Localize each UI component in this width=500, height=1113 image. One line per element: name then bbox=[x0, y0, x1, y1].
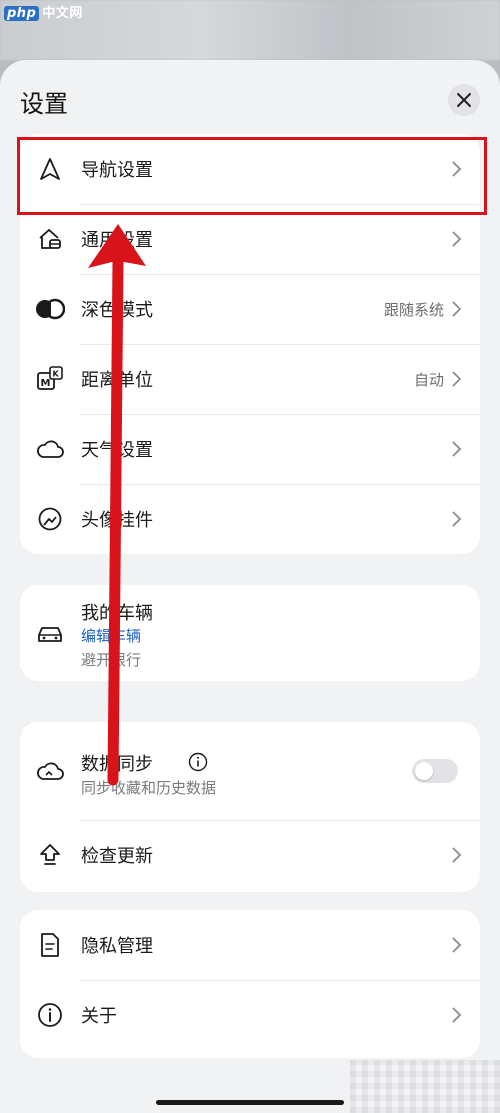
chevron-right-icon bbox=[452, 937, 462, 953]
navigation-arrow-icon bbox=[34, 153, 66, 185]
info-icon[interactable] bbox=[188, 752, 208, 772]
sync-subtitle: 同步收藏和历史数据 bbox=[81, 779, 217, 797]
sync-title: 数据同步 bbox=[81, 754, 153, 775]
row-dark-mode[interactable]: 深色模式 跟随系统 bbox=[20, 274, 480, 344]
site-watermark: php 中文网 bbox=[4, 2, 83, 21]
row-weather-settings[interactable]: 天气设置 bbox=[20, 414, 480, 484]
edit-vehicle-link[interactable]: 编辑车辆 bbox=[81, 625, 141, 646]
cloud-sync-icon bbox=[34, 755, 66, 787]
chevron-right-icon bbox=[452, 161, 462, 177]
row-value: 跟随系统 bbox=[383, 300, 444, 319]
vehicle-title: 我的车辆 bbox=[81, 603, 153, 624]
chevron-right-icon bbox=[452, 511, 462, 527]
sync-card: 数据同步 同步收藏和历史数据 检查更新 bbox=[20, 722, 480, 892]
about-card: 隐私管理 关于 bbox=[20, 910, 480, 1058]
row-about[interactable]: 关于 bbox=[20, 980, 480, 1050]
row-label: 头像挂件 bbox=[81, 510, 153, 531]
close-icon bbox=[457, 93, 471, 107]
settings-sheet: 设置 导航设置 通用设置 深色模式 跟随系统 M K 距离单位 自动 天气设置 … bbox=[0, 60, 500, 1113]
general-settings-card: 导航设置 通用设置 深色模式 跟随系统 MK 距离单位 自动 天气设置 头像挂件 bbox=[20, 134, 480, 554]
chevron-right-icon bbox=[452, 1007, 462, 1023]
row-my-vehicle[interactable]: 我的车辆 编辑车辆 避开限行 bbox=[20, 585, 480, 681]
vehicle-note: 避开限行 bbox=[81, 651, 142, 669]
sync-toggle[interactable] bbox=[412, 759, 458, 783]
chevron-right-icon bbox=[452, 231, 462, 247]
info-circle-icon bbox=[34, 999, 66, 1031]
avatar-widget-icon bbox=[34, 503, 66, 535]
row-distance-unit[interactable]: MK 距离单位 自动 bbox=[20, 344, 480, 414]
row-label: 通用设置 bbox=[81, 230, 153, 251]
chevron-right-icon bbox=[452, 301, 462, 317]
home-indicator[interactable] bbox=[156, 1100, 344, 1105]
row-check-update[interactable]: 检查更新 bbox=[20, 820, 480, 890]
car-icon bbox=[34, 617, 66, 649]
document-icon bbox=[34, 929, 66, 961]
dark-mode-icon bbox=[34, 293, 66, 325]
row-label: 天气设置 bbox=[81, 440, 153, 461]
page-title: 设置 bbox=[20, 90, 68, 118]
watermark-php: php bbox=[4, 6, 40, 21]
chevron-right-icon bbox=[452, 371, 462, 387]
cloud-icon bbox=[34, 433, 66, 465]
row-general-settings[interactable]: 通用设置 bbox=[20, 204, 480, 274]
row-avatar-widget[interactable]: 头像挂件 bbox=[20, 484, 480, 554]
row-label: 关于 bbox=[81, 1006, 117, 1027]
row-privacy[interactable]: 隐私管理 bbox=[20, 910, 480, 980]
row-navigation-settings[interactable]: 导航设置 bbox=[20, 134, 480, 204]
upload-arrow-icon bbox=[34, 839, 66, 871]
row-value: 自动 bbox=[413, 370, 444, 389]
row-data-sync: 数据同步 同步收藏和历史数据 bbox=[20, 722, 480, 820]
close-button[interactable] bbox=[448, 84, 480, 116]
svg-text:K: K bbox=[53, 370, 60, 379]
row-label: 检查更新 bbox=[81, 846, 153, 867]
distance-unit-icon: MK bbox=[34, 363, 66, 395]
chevron-right-icon bbox=[452, 847, 462, 863]
pixelated-corner bbox=[350, 1060, 500, 1113]
row-label: 距离单位 bbox=[81, 370, 153, 391]
watermark-site: 中文网 bbox=[42, 6, 83, 21]
row-label: 隐私管理 bbox=[81, 936, 153, 957]
home-gear-icon bbox=[34, 223, 66, 255]
chevron-right-icon bbox=[452, 441, 462, 457]
row-label: 深色模式 bbox=[81, 300, 153, 321]
svg-text:M: M bbox=[41, 378, 51, 389]
row-label: 导航设置 bbox=[81, 160, 153, 181]
vehicle-card: 我的车辆 编辑车辆 避开限行 bbox=[20, 585, 480, 681]
